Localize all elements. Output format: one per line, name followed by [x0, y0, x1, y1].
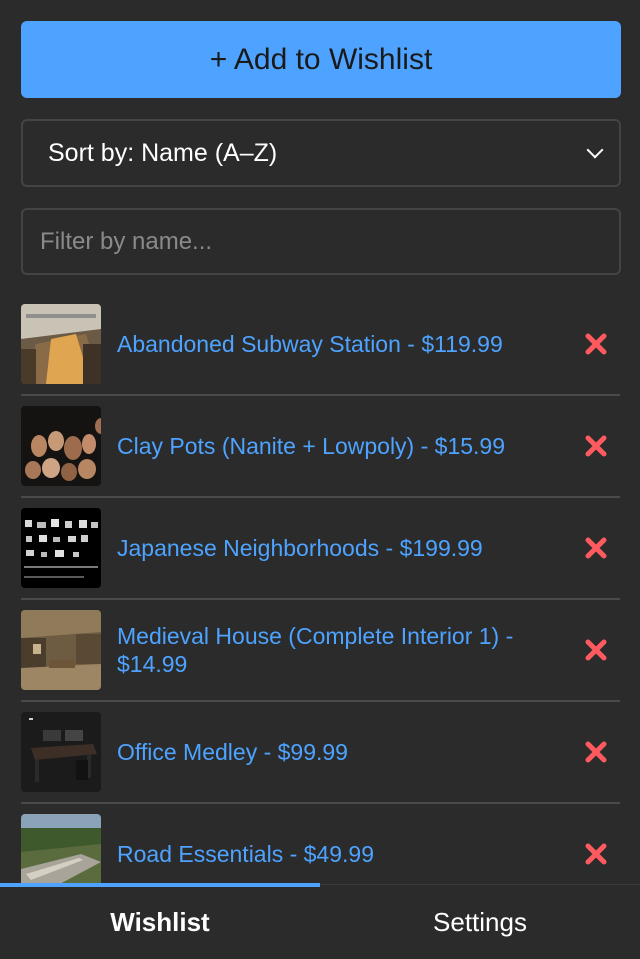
remove-item-button[interactable] [572, 830, 620, 878]
list-item: Clay Pots (Nanite + Lowpoly) - $15.99 [21, 396, 620, 498]
item-thumbnail-road [21, 814, 101, 884]
tab-wishlist[interactable]: Wishlist [0, 883, 320, 959]
close-x-icon [585, 741, 607, 763]
item-thumbnail-japan [21, 508, 101, 588]
list-item: Road Essentials - $49.99 [21, 804, 620, 884]
bottom-tab-bar: Wishlist Settings [0, 883, 640, 959]
filter-input[interactable] [21, 208, 621, 275]
remove-item-button[interactable] [572, 320, 620, 368]
remove-item-button[interactable] [572, 728, 620, 776]
remove-item-button[interactable] [572, 626, 620, 674]
close-x-icon [585, 333, 607, 355]
remove-item-button[interactable] [572, 422, 620, 470]
list-item: Abandoned Subway Station - $119.99 [21, 294, 620, 396]
close-x-icon [585, 537, 607, 559]
item-title[interactable]: Japanese Neighborhoods - $199.99 [117, 534, 557, 562]
item-thumbnail-subway [21, 304, 101, 384]
item-title[interactable]: Road Essentials - $49.99 [117, 840, 557, 868]
wishlist-list: Abandoned Subway Station - $119.99 Clay … [0, 294, 640, 884]
item-thumbnail-pots [21, 406, 101, 486]
sort-dropdown[interactable]: Sort by: Name (A–Z) [21, 119, 621, 187]
close-x-icon [585, 843, 607, 865]
list-item: Japanese Neighborhoods - $199.99 [21, 498, 620, 600]
close-x-icon [585, 435, 607, 457]
item-title[interactable]: Medieval House (Complete Interior 1) - $… [117, 622, 557, 678]
wishlist-app: + Add to Wishlist Sort by: Name (A–Z) Ab… [0, 0, 640, 959]
add-to-wishlist-button[interactable]: + Add to Wishlist [21, 21, 621, 98]
item-thumbnail-office [21, 712, 101, 792]
list-item: Medieval House (Complete Interior 1) - $… [21, 600, 620, 702]
item-title[interactable]: Abandoned Subway Station - $119.99 [117, 330, 557, 358]
close-x-icon [585, 639, 607, 661]
tab-settings[interactable]: Settings [320, 885, 640, 959]
item-title[interactable]: Clay Pots (Nanite + Lowpoly) - $15.99 [117, 432, 557, 460]
sort-label: Sort by: Name (A–Z) [48, 138, 278, 167]
remove-item-button[interactable] [572, 524, 620, 572]
item-title[interactable]: Office Medley - $99.99 [117, 738, 557, 766]
list-item: Office Medley - $99.99 [21, 702, 620, 804]
item-thumbnail-medieval [21, 610, 101, 690]
chevron-down-icon [586, 141, 604, 159]
